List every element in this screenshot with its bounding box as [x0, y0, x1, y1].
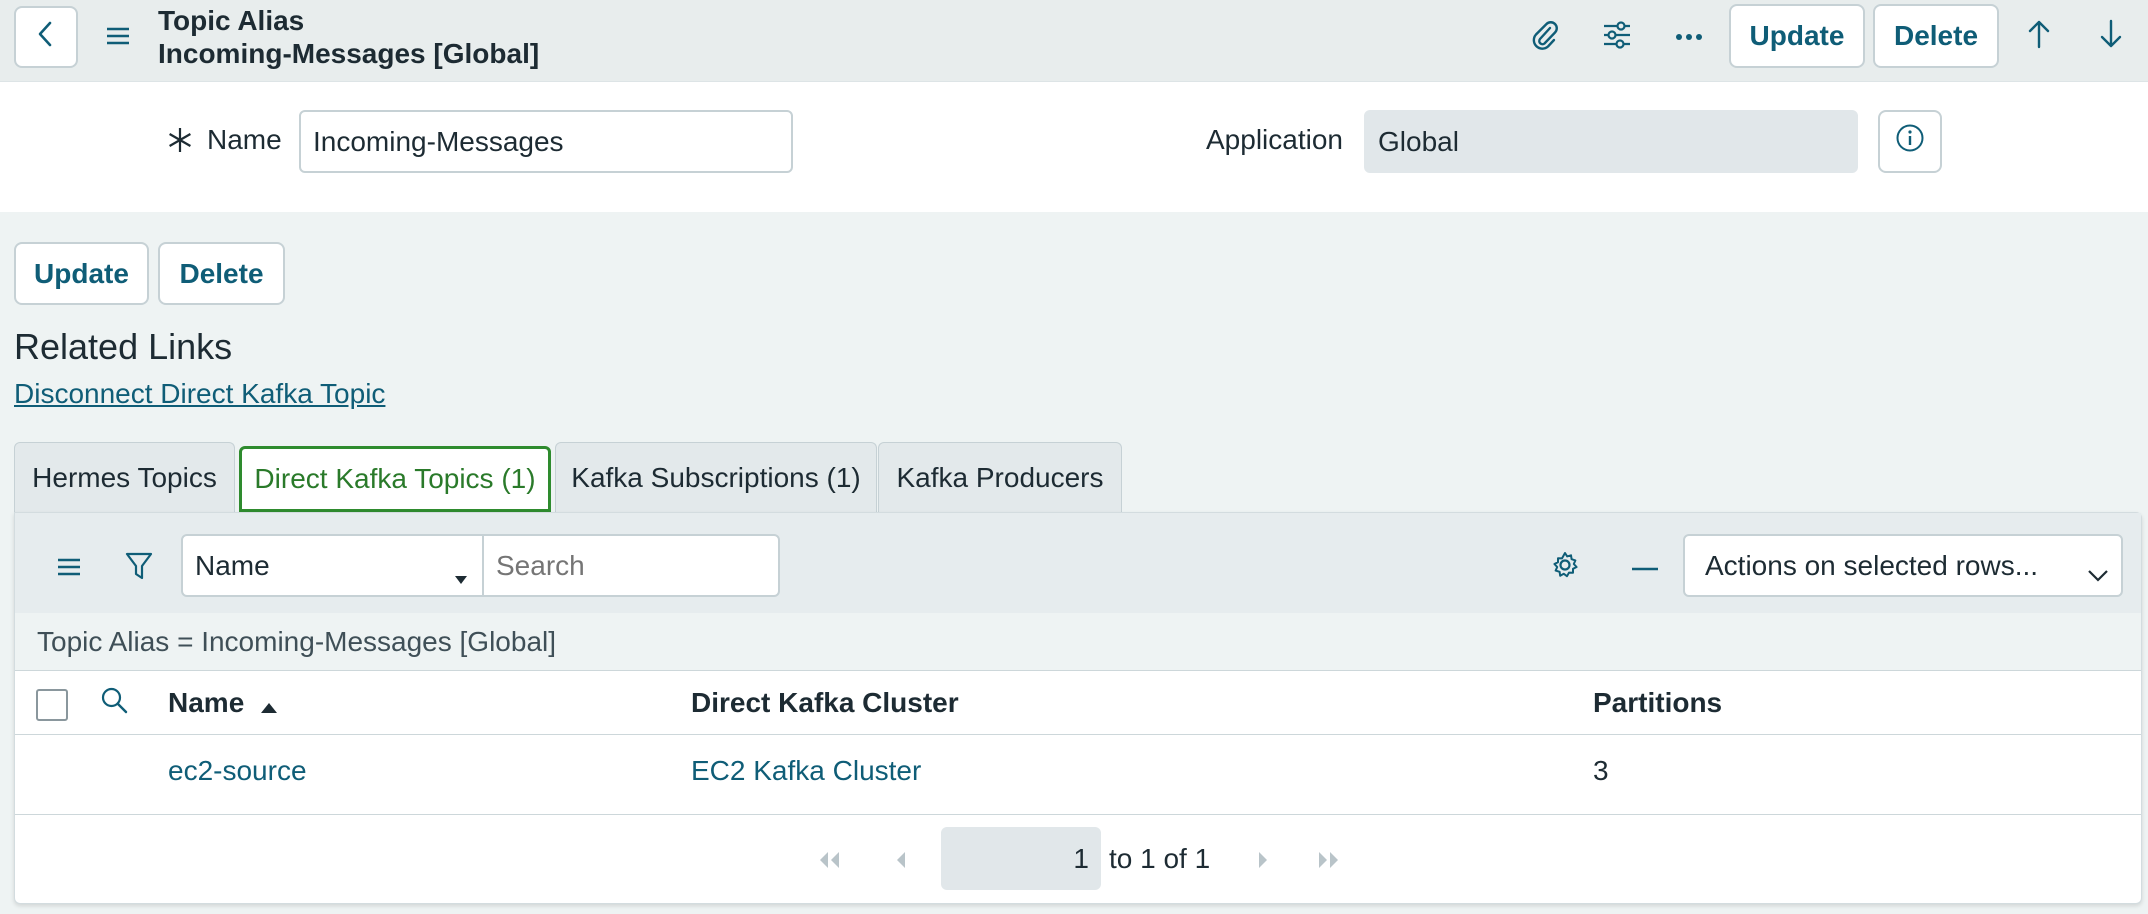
- search-input[interactable]: [482, 534, 780, 597]
- chevron-down-icon: [2087, 558, 2109, 590]
- search-icon: [100, 686, 128, 719]
- paperclip-icon: [1531, 20, 1559, 55]
- record-type: Topic Alias: [158, 5, 305, 36]
- double-chevron-right-icon: [1316, 850, 1342, 875]
- sort-ascending-icon: [260, 689, 278, 721]
- breadcrumb: Topic Alias = Incoming-Messages [Global]: [15, 613, 2141, 671]
- hamburger-icon: [57, 557, 81, 582]
- list-settings-button[interactable]: [1545, 547, 1585, 587]
- column-search-button[interactable]: [97, 685, 131, 719]
- record-display-value: Incoming-Messages [Global]: [158, 38, 540, 69]
- arrow-down-icon: [2099, 19, 2123, 54]
- menu-button[interactable]: [98, 18, 138, 58]
- caret-down-icon: [454, 560, 468, 592]
- column-header-partitions[interactable]: Partitions: [1593, 687, 1722, 719]
- pagination: 1 to 1 of 1: [15, 815, 2141, 905]
- more-options-button[interactable]: [1668, 16, 1710, 58]
- related-list-panel: Name Actions on selected rows... Topic A…: [14, 512, 2142, 904]
- last-page-button[interactable]: [1309, 847, 1349, 877]
- mandatory-icon: [166, 126, 194, 159]
- first-page-button[interactable]: [809, 847, 849, 877]
- hamburger-icon: [106, 26, 130, 51]
- list-menu-button[interactable]: [51, 551, 87, 587]
- table-header: Name Direct Kafka Cluster Partitions: [15, 671, 2141, 735]
- page-number-input[interactable]: 1: [941, 827, 1101, 890]
- minus-icon: [1631, 558, 1659, 576]
- chevron-right-icon: [1257, 850, 1271, 875]
- ellipsis-icon: [1675, 28, 1703, 46]
- next-record-button[interactable]: [2090, 14, 2132, 58]
- header-update-button[interactable]: Update: [1729, 4, 1865, 68]
- tab-hermes-topics[interactable]: Hermes Topics: [14, 442, 235, 512]
- back-button[interactable]: [14, 6, 78, 68]
- disconnect-direct-kafka-topic-link[interactable]: Disconnect Direct Kafka Topic: [14, 378, 385, 410]
- tab-kafka-producers[interactable]: Kafka Producers: [878, 442, 1122, 512]
- actions-select-value: Actions on selected rows...: [1705, 549, 2039, 581]
- row-cluster-link[interactable]: EC2 Kafka Cluster: [691, 755, 921, 787]
- form-header: Topic Alias Incoming-Messages [Global] U…: [0, 0, 2148, 82]
- name-field[interactable]: Incoming-Messages: [299, 110, 793, 173]
- column-header-direct-kafka-cluster[interactable]: Direct Kafka Cluster: [691, 687, 959, 719]
- collapse-list-button[interactable]: [1625, 547, 1665, 587]
- row-partitions: 3: [1593, 755, 1609, 786]
- previous-page-button[interactable]: [885, 847, 915, 877]
- page-summary: to 1 of 1: [1109, 843, 1211, 874]
- personalize-form-button[interactable]: [1596, 16, 1638, 58]
- tab-direct-kafka-topics[interactable]: Direct Kafka Topics (1): [239, 446, 551, 512]
- search-field-select-value: Name: [195, 549, 270, 581]
- arrow-up-icon: [2027, 19, 2051, 54]
- previous-record-button[interactable]: [2018, 14, 2060, 58]
- sliders-icon: [1602, 20, 1632, 54]
- select-all-checkbox[interactable]: [36, 689, 68, 721]
- table-row: ec2-source EC2 Kafka Cluster 3: [15, 735, 2141, 815]
- next-page-button[interactable]: [1249, 847, 1279, 877]
- search-field-select[interactable]: Name: [181, 534, 484, 597]
- attachment-button[interactable]: [1524, 16, 1566, 58]
- application-info-button[interactable]: [1878, 110, 1942, 173]
- delete-button[interactable]: Delete: [158, 242, 285, 305]
- header-delete-button[interactable]: Delete: [1873, 4, 1999, 68]
- application-label: Application: [1206, 124, 1343, 155]
- form-body: Name Incoming-Messages Application Globa…: [0, 82, 2148, 212]
- chevron-left-icon: [34, 20, 58, 55]
- info-icon: [1895, 123, 1925, 160]
- record-title: Topic Alias Incoming-Messages [Global]: [158, 4, 539, 70]
- application-field: Global: [1364, 110, 1858, 173]
- list-toolbar: Name Actions on selected rows...: [15, 513, 2141, 613]
- update-button[interactable]: Update: [14, 242, 149, 305]
- column-name-label: Name: [168, 687, 245, 718]
- chevron-left-icon: [893, 850, 907, 875]
- column-header-name[interactable]: Name: [168, 687, 278, 721]
- actions-on-selected-rows-select[interactable]: Actions on selected rows...: [1683, 534, 2123, 597]
- filter-button[interactable]: [121, 549, 157, 587]
- name-label: Name: [207, 124, 282, 155]
- tab-kafka-subscriptions[interactable]: Kafka Subscriptions (1): [555, 442, 877, 512]
- funnel-icon: [125, 551, 153, 586]
- related-links-title: Related Links: [14, 326, 233, 367]
- row-name-link[interactable]: ec2-source: [168, 755, 307, 787]
- gear-icon: [1550, 550, 1580, 585]
- double-chevron-left-icon: [816, 850, 842, 875]
